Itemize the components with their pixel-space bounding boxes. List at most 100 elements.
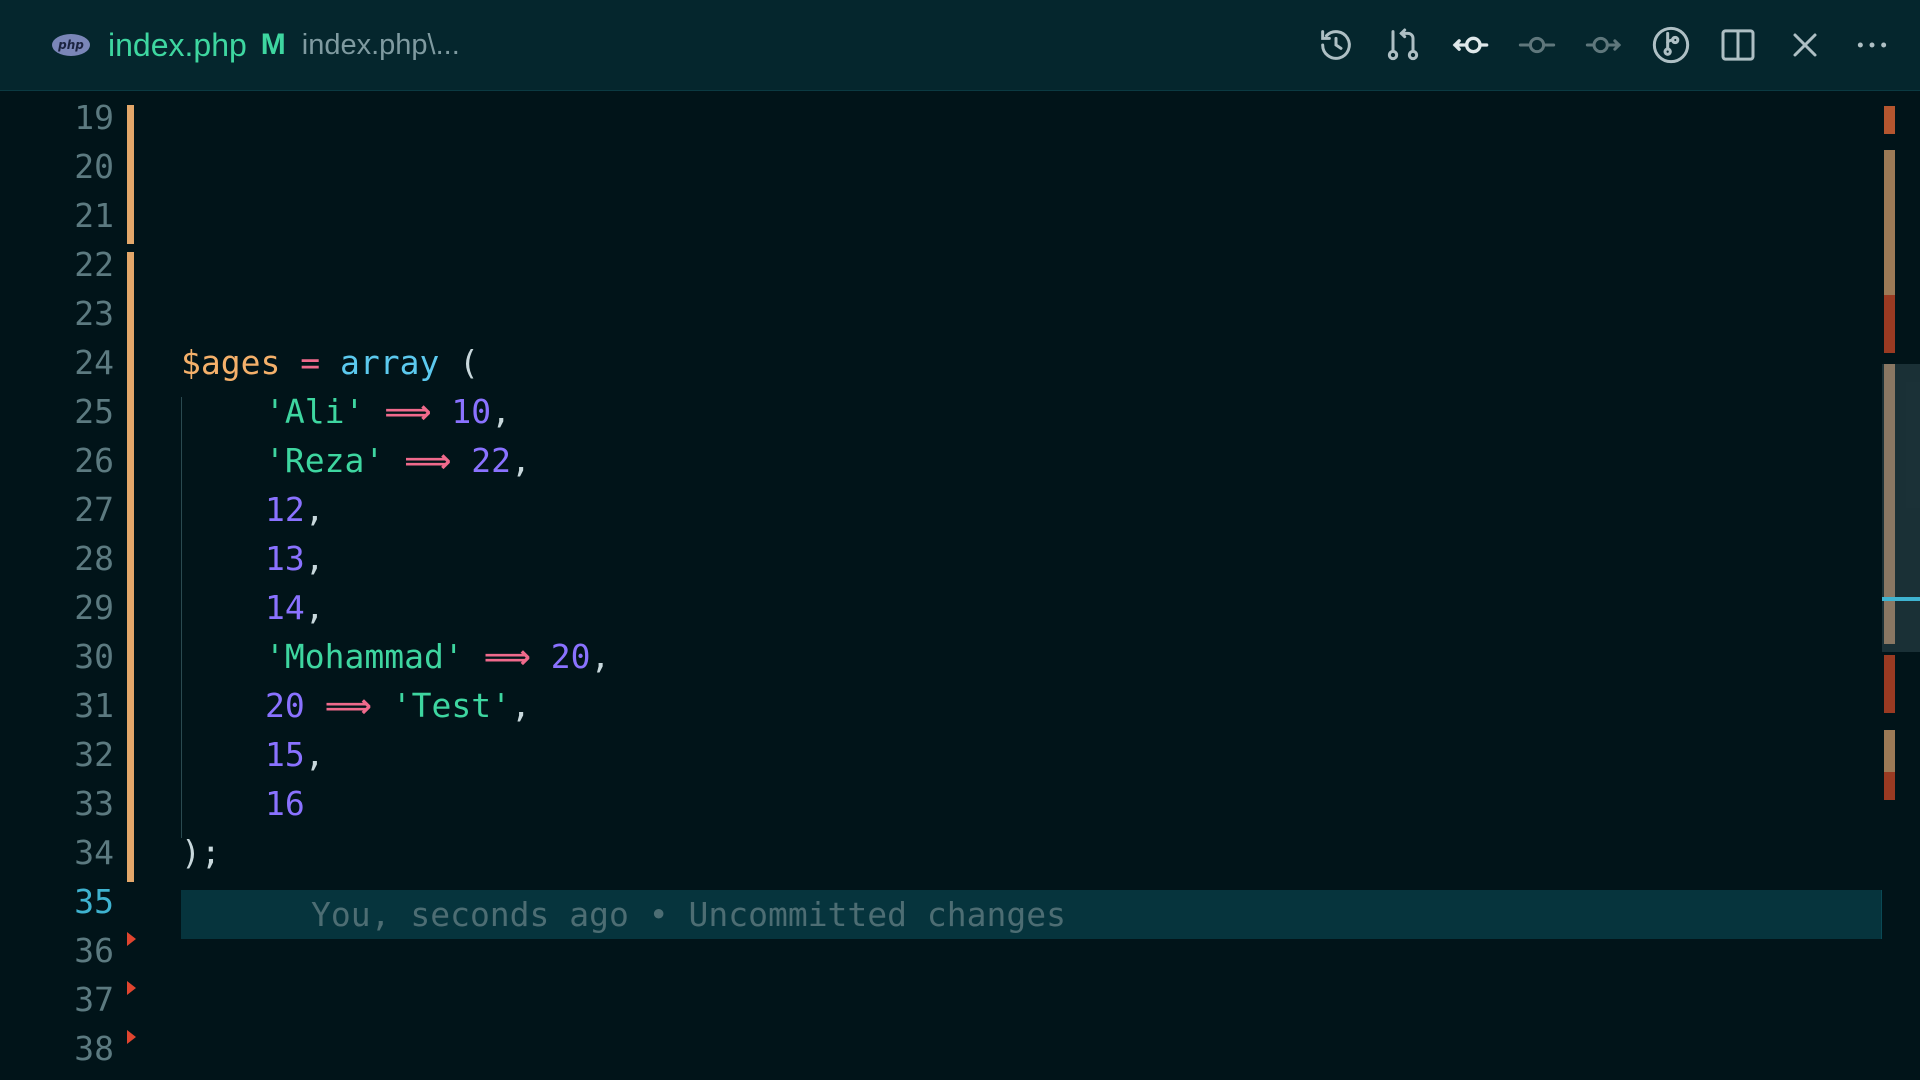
- php-file-icon: php: [52, 34, 90, 56]
- code-token: 15: [265, 735, 305, 774]
- line-number: 38: [74, 1029, 114, 1068]
- code-token: 'Mohammad': [265, 637, 464, 676]
- line-number: 35: [74, 882, 114, 921]
- code-token: 20: [265, 686, 305, 725]
- gutter-deleted-indicator: [127, 1030, 136, 1044]
- open-previous-revision-button[interactable]: [1442, 17, 1498, 73]
- code-line[interactable]: 22: [0, 240, 1920, 289]
- code-token: $ages: [181, 343, 281, 382]
- history-icon: [1321, 30, 1351, 60]
- open-changes-button[interactable]: [1375, 17, 1431, 73]
- compare-changes-icon: [1387, 28, 1419, 61]
- code-line[interactable]: 33 16: [0, 779, 1920, 828]
- code-token: 'Ali': [265, 392, 365, 431]
- close-editor-button[interactable]: [1777, 17, 1833, 73]
- code-token: ,: [304, 735, 325, 774]
- line-number: 23: [74, 294, 114, 333]
- code-line[interactable]: 31 20 ⟹ 'Test',: [0, 681, 1920, 730]
- git-graph-icon: [1652, 26, 1690, 64]
- indent-guide: [181, 397, 182, 838]
- code-text: 20 ⟹ 'Test',: [181, 681, 531, 730]
- overview-modified-mark: [1884, 730, 1895, 772]
- code-line[interactable]: 28 13,: [0, 534, 1920, 583]
- scrollbar-thumb[interactable]: [1882, 364, 1920, 652]
- line-number: 37: [74, 980, 114, 1019]
- code-token: ,: [511, 441, 531, 480]
- code-token: ,: [491, 392, 512, 431]
- code-line[interactable]: 26 'Reza' ⟹ 22,: [0, 436, 1920, 485]
- line-number: 26: [74, 441, 114, 480]
- code-token: ⟹: [324, 686, 372, 725]
- code-line[interactable]: 34);: [0, 828, 1920, 877]
- split-editor-button[interactable]: [1710, 17, 1766, 73]
- line-number: 22: [74, 245, 114, 284]
- current-revision-button[interactable]: [1509, 17, 1565, 73]
- code-text: $ages = array (: [181, 338, 479, 387]
- code-editor[interactable]: 38 37 36 35 34); 33 16 32 15, 31 20 ⟹ 'Test', 30 'Mo…: [0, 91, 1920, 1080]
- code-token: 20: [550, 637, 591, 676]
- code-line[interactable]: 38: [0, 1024, 1920, 1073]
- line-number: 34: [74, 833, 114, 872]
- code-token: 14: [265, 588, 305, 627]
- code-line[interactable]: 23: [0, 289, 1920, 338]
- line-number: 27: [74, 490, 114, 529]
- line-number: 31: [74, 686, 114, 725]
- code-token: 12: [265, 490, 305, 529]
- tab-description: index.php\...: [301, 28, 460, 61]
- git-graph-button[interactable]: [1643, 17, 1699, 73]
- overview-deleted-mark: [1884, 772, 1895, 800]
- line-number: 20: [74, 147, 114, 186]
- code-line[interactable]: 29 14,: [0, 583, 1920, 632]
- editor-actions-toolbar: [1297, 0, 1900, 90]
- code-text: 15,: [181, 730, 325, 779]
- overview-deleted-mark: [1884, 295, 1895, 353]
- code-line[interactable]: 30 'Mohammad' ⟹ 20,: [0, 632, 1920, 681]
- overview-deleted-mark: [1884, 655, 1895, 713]
- code-token: ,: [590, 637, 611, 676]
- close-icon: [1793, 33, 1817, 57]
- gutter-deleted-indicator: [127, 981, 136, 995]
- line-number: 25: [74, 392, 114, 431]
- code-line[interactable]: 24 $ages = array (: [0, 338, 1920, 387]
- code-text: 12,: [181, 485, 325, 534]
- code-text: 16: [181, 779, 305, 828]
- code-line[interactable]: 32 15,: [0, 730, 1920, 779]
- editor-title-bar: php index.php M index.php\...: [0, 0, 1920, 91]
- code-token: =: [300, 343, 321, 382]
- editor-tab-index-php[interactable]: php index.php M index.php\...: [52, 0, 460, 90]
- code-line[interactable]: 19: [0, 93, 1920, 142]
- code-text: 'Reza' ⟹ 22,: [181, 436, 531, 485]
- more-actions-button[interactable]: [1844, 17, 1900, 73]
- code-line[interactable]: 20: [0, 142, 1920, 191]
- more-actions-icon: [1857, 42, 1887, 48]
- code-token: ⟹: [384, 392, 432, 431]
- code-line[interactable]: 37: [0, 975, 1920, 1024]
- code-token: (: [439, 343, 480, 382]
- code-token: 22: [471, 441, 512, 480]
- code-line[interactable]: 21: [0, 191, 1920, 240]
- current-revision-icon: [1518, 36, 1556, 54]
- line-number: 33: [74, 784, 114, 823]
- code-line[interactable]: 27 12,: [0, 485, 1920, 534]
- line-number: 24: [74, 343, 114, 382]
- code-line[interactable]: 25 'Ali' ⟹ 10,: [0, 387, 1920, 436]
- open-file-history-button[interactable]: [1308, 17, 1364, 73]
- line-number: 32: [74, 735, 114, 774]
- code-token: ⟹: [483, 637, 531, 676]
- overview-cursor-mark: [1882, 597, 1920, 601]
- previous-revision-icon: [1452, 36, 1489, 54]
- code-token: 16: [265, 784, 305, 823]
- code-token: ,: [304, 490, 325, 529]
- code-token: ,: [304, 588, 325, 627]
- open-next-revision-button[interactable]: [1576, 17, 1632, 73]
- code-token: ⟹: [404, 441, 452, 480]
- overview-modified-mark: [1884, 150, 1895, 295]
- line-number: 29: [74, 588, 114, 627]
